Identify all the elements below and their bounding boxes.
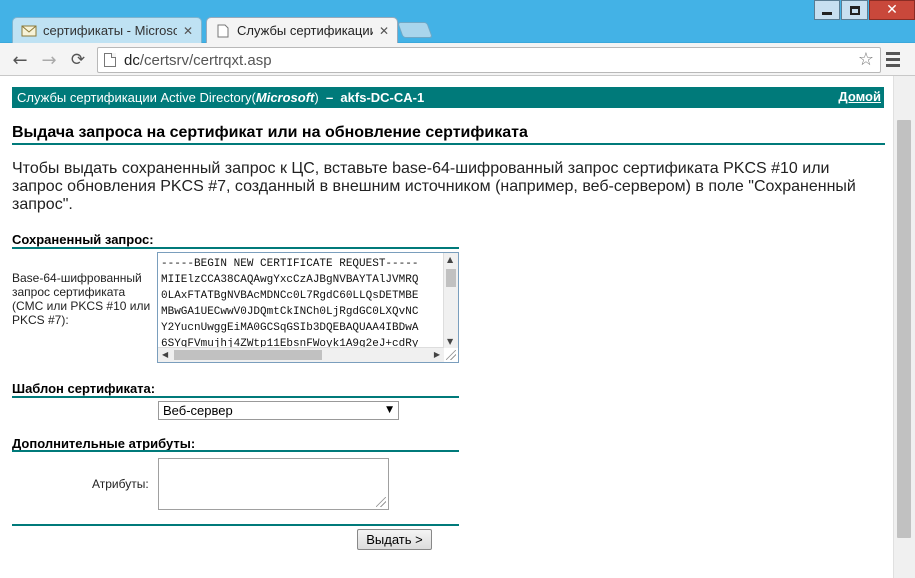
- arrow-left-icon: ←: [12, 49, 28, 71]
- textarea-hscroll-thumb[interactable]: [174, 350, 322, 360]
- saved-request-textarea[interactable]: -----BEGIN NEW CERTIFICATE REQUEST----- …: [157, 252, 459, 363]
- minimize-icon: [822, 11, 832, 15]
- browser-toolbar: ← → ⟳ dc/certsrv/certrqxt.asp ☆: [0, 43, 915, 76]
- envelope-icon: [21, 25, 37, 36]
- address-bar[interactable]: dc/certsrv/certrqxt.asp ☆: [97, 47, 881, 73]
- header-product: Active Directory: [160, 90, 252, 105]
- resize-grip-icon[interactable]: [446, 350, 456, 360]
- divider: [12, 247, 459, 249]
- page-header-band: Службы сертификации Active Directory (Mi…: [12, 87, 884, 108]
- divider: [12, 450, 459, 452]
- close-window-button[interactable]: ✕: [869, 0, 915, 20]
- tab-close-icon[interactable]: ✕: [379, 24, 389, 38]
- divider: [12, 143, 885, 145]
- back-button[interactable]: ←: [9, 49, 31, 71]
- forward-button[interactable]: →: [38, 49, 60, 71]
- template-selected-value: Веб-сервер: [163, 403, 233, 418]
- minimize-button[interactable]: [814, 0, 840, 20]
- arrow-right-icon: →: [41, 49, 57, 71]
- page-title: Выдача запроса на сертификат или на обно…: [12, 124, 528, 141]
- attributes-section-label: Дополнительные атрибуты:: [12, 436, 196, 451]
- header-service: Службы сертификации: [17, 90, 157, 105]
- home-link[interactable]: Домой: [838, 89, 881, 104]
- url-text: dc/certsrv/certrqxt.asp: [124, 52, 272, 69]
- close-icon: ✕: [886, 2, 898, 18]
- template-label: Шаблон сертификата:: [12, 381, 156, 396]
- header-separator: –: [318, 90, 341, 105]
- textarea-horizontal-scrollbar[interactable]: ◀ ▶: [158, 347, 444, 362]
- header-vendor: Microsoft: [255, 90, 315, 105]
- divider: [12, 524, 459, 526]
- tab-title: сертификаты - Microsoft: [43, 23, 177, 38]
- maximize-icon: [849, 5, 860, 15]
- attributes-caption: Атрибуты:: [92, 477, 149, 491]
- saved-request-value: -----BEGIN NEW CERTIFICATE REQUEST----- …: [161, 258, 419, 350]
- tab-close-icon[interactable]: ✕: [183, 24, 193, 38]
- maximize-button[interactable]: [841, 0, 868, 20]
- tab-title: Службы сертификации Ac: [237, 23, 373, 38]
- page-vertical-scrollbar[interactable]: [893, 76, 915, 578]
- textarea-vertical-scrollbar[interactable]: ▲ ▼: [443, 253, 458, 348]
- textarea-scroll-thumb[interactable]: [446, 269, 456, 287]
- page-viewport: Службы сертификации Active Directory (Mi…: [0, 76, 915, 578]
- saved-request-caption: Base-64-шифрованный запрос сертификата (…: [12, 271, 151, 327]
- tab-certificate-services[interactable]: Службы сертификации Ac ✕: [206, 17, 398, 43]
- url-host: dc: [124, 51, 140, 69]
- page-icon: [104, 53, 116, 67]
- reload-icon: ⟳: [70, 50, 86, 70]
- scroll-up-icon[interactable]: ▲: [447, 255, 453, 264]
- page-icon: [217, 24, 229, 37]
- scroll-down-icon[interactable]: ▼: [447, 337, 453, 346]
- saved-request-label: Сохраненный запрос:: [12, 232, 154, 247]
- menu-icon[interactable]: [886, 52, 900, 70]
- bookmark-star-icon[interactable]: ☆: [858, 49, 874, 70]
- submit-button[interactable]: Выдать >: [357, 529, 432, 550]
- template-select[interactable]: Веб-сервер ▼: [158, 401, 399, 420]
- scroll-left-icon[interactable]: ◀: [162, 350, 168, 359]
- intro-text: Чтобы выдать сохраненный запрос к ЦС, вс…: [12, 160, 856, 213]
- tab-certificates-mmc[interactable]: сертификаты - Microsoft ✕: [12, 17, 202, 43]
- resize-grip-icon[interactable]: [376, 497, 386, 507]
- new-tab-button[interactable]: [397, 22, 433, 38]
- reload-button[interactable]: ⟳: [67, 49, 89, 71]
- attributes-textarea[interactable]: [158, 458, 389, 510]
- divider: [12, 396, 459, 398]
- url-path: /certsrv/certrqxt.asp: [139, 51, 272, 69]
- scroll-right-icon[interactable]: ▶: [434, 350, 440, 359]
- chevron-down-icon: ▼: [386, 405, 393, 415]
- page-scroll-thumb[interactable]: [897, 120, 911, 538]
- header-ca-name: akfs-DC-CA-1: [340, 90, 425, 105]
